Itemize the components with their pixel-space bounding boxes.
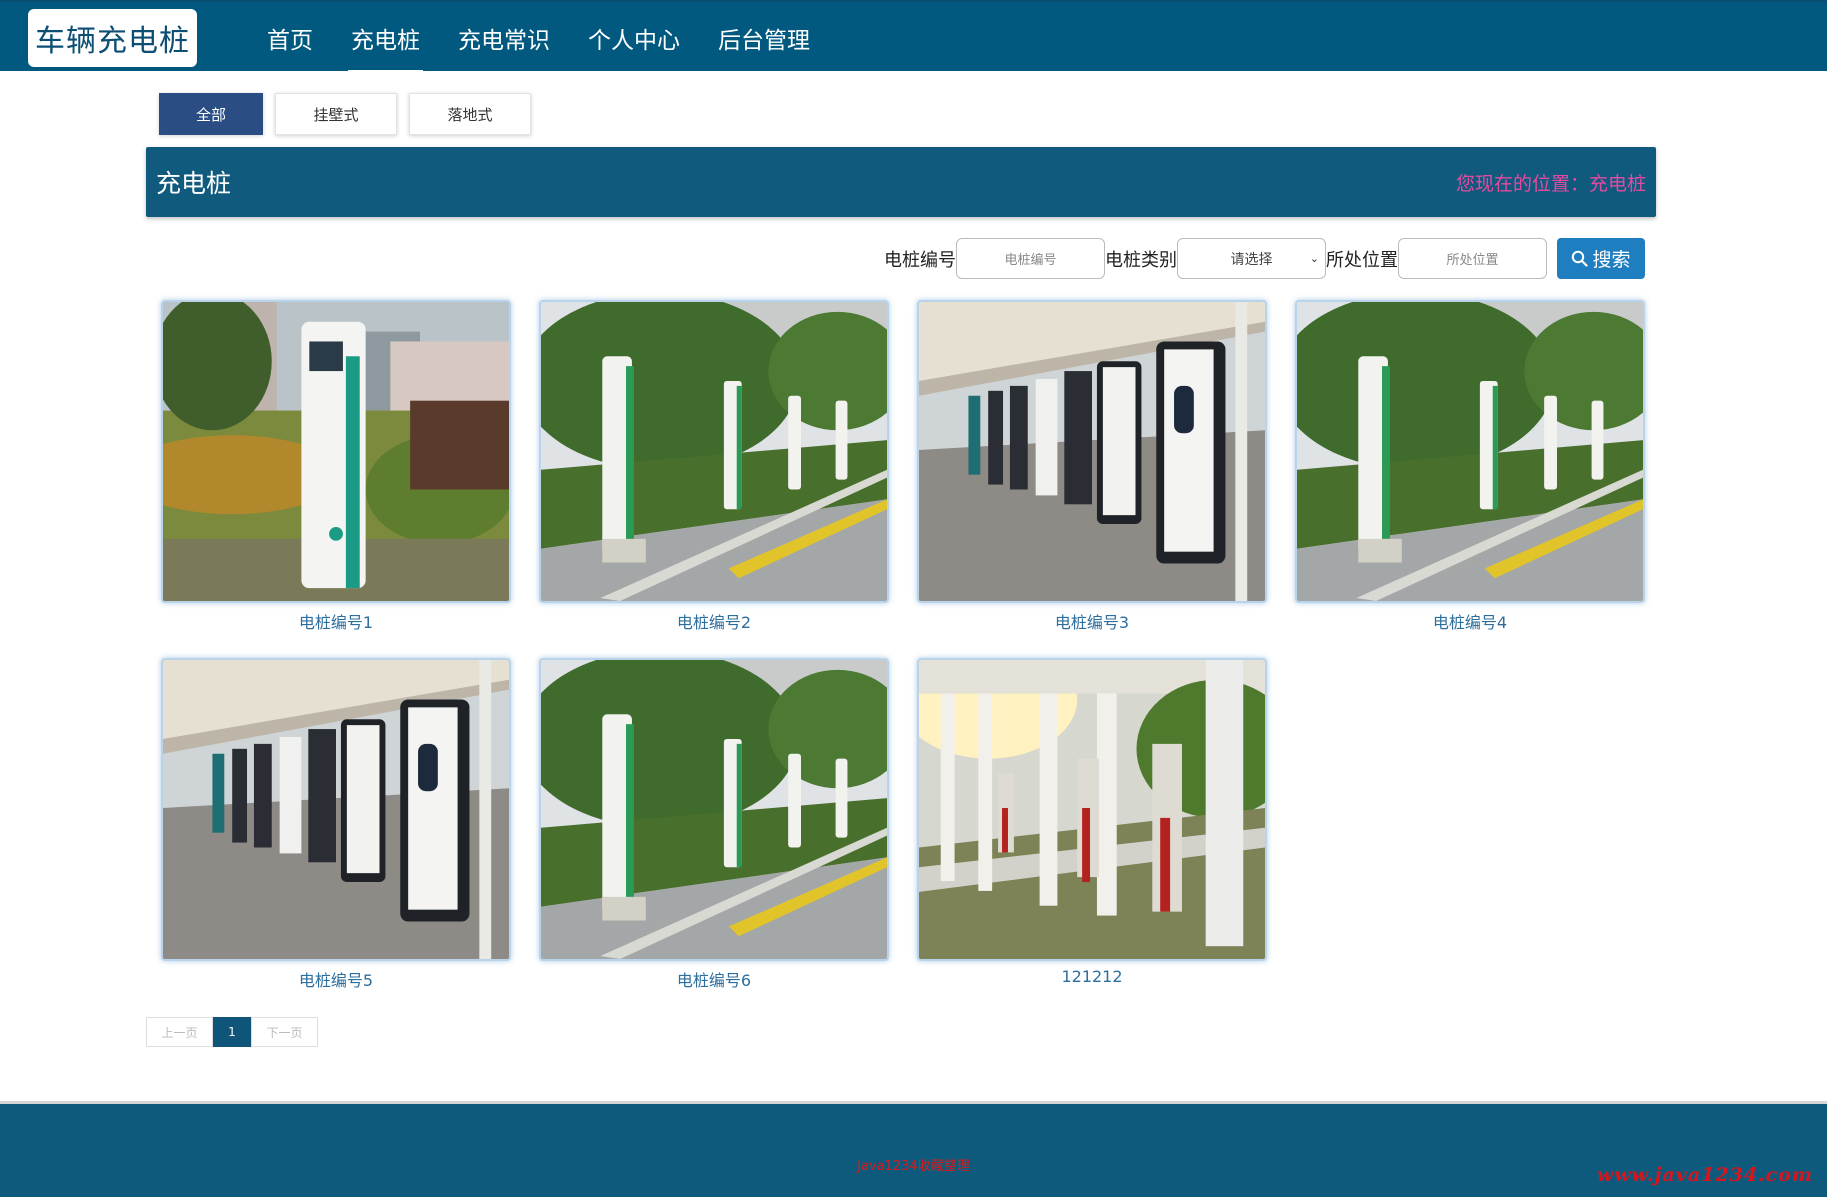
next-page-button[interactable]: 下一页 (251, 1017, 318, 1047)
category-filters: 全部 挂壁式 落地式 (159, 93, 531, 135)
pile-type-select[interactable]: 请选择 ⌄ (1177, 238, 1326, 279)
pile-type-label: 电桩类别 (1105, 249, 1177, 271)
pile-caption[interactable]: 电桩编号5 (161, 967, 511, 991)
pile-photo-image (1297, 302, 1643, 601)
pile-photo-image (919, 660, 1265, 959)
watermark: www.java1234.com (1596, 1164, 1813, 1186)
filter-floor-standing-button[interactable]: 落地式 (409, 93, 531, 135)
pile-photo-image (541, 660, 887, 959)
pile-caption[interactable]: 电桩编号6 (539, 967, 889, 991)
pile-number-input[interactable]: 电桩编号 (956, 238, 1105, 279)
pile-photo[interactable] (161, 300, 511, 603)
pagination: 上一页 1 下一页 (146, 1017, 318, 1047)
search-button-label: 搜索 (1592, 249, 1631, 271)
breadcrumb: 您现在的位置：充电桩 (1455, 172, 1646, 195)
pile-photo[interactable] (539, 658, 889, 961)
pile-photo-image (919, 302, 1265, 601)
pile-card[interactable]: 电桩编号3 (917, 300, 1267, 633)
prev-page-button[interactable]: 上一页 (146, 1017, 213, 1047)
page-title: 充电桩 (156, 169, 232, 198)
pile-photo[interactable] (917, 300, 1267, 603)
site-logo[interactable]: 车辆充电桩 (28, 9, 197, 67)
pile-number-label: 电桩编号 (884, 249, 956, 271)
search-button[interactable]: 搜索 (1557, 238, 1645, 279)
section-header: 充电桩 您现在的位置：充电桩 (146, 147, 1656, 217)
pile-caption[interactable]: 电桩编号3 (917, 609, 1267, 633)
location-label: 所处位置 (1326, 249, 1398, 271)
pile-photo[interactable] (1295, 300, 1645, 603)
pile-type-select-value: 请选择 (1230, 251, 1273, 268)
pile-card[interactable]: 121212 (917, 658, 1267, 986)
search-icon (1572, 250, 1589, 267)
pile-photo[interactable] (539, 300, 889, 603)
top-navbar: 车辆充电桩 首页 充电桩 充电常识 个人中心 后台管理 (0, 0, 1827, 73)
nav-personal-center[interactable]: 个人中心 (569, 2, 699, 73)
pile-caption[interactable]: 121212 (917, 967, 1267, 986)
nav-charging-piles[interactable]: 充电桩 (332, 2, 439, 73)
filter-all-button[interactable]: 全部 (159, 93, 263, 135)
nav-home[interactable]: 首页 (248, 2, 332, 73)
pile-photo-image (163, 660, 509, 959)
chevron-down-icon: ⌄ (1309, 252, 1319, 265)
pile-caption[interactable]: 电桩编号1 (161, 609, 511, 633)
pile-card[interactable]: 电桩编号2 (539, 300, 889, 633)
current-page-button[interactable]: 1 (213, 1017, 251, 1047)
location-input[interactable]: 所处位置 (1398, 238, 1547, 279)
pile-photo-image (163, 302, 509, 601)
filter-wall-mounted-button[interactable]: 挂壁式 (275, 93, 397, 135)
pile-card[interactable]: 电桩编号1 (161, 300, 511, 633)
pile-photo[interactable] (917, 658, 1267, 961)
nav-admin[interactable]: 后台管理 (699, 2, 829, 73)
footer: Java1234收藏整理 www.java1234.com (0, 1101, 1827, 1197)
pile-card[interactable]: 电桩编号6 (539, 658, 889, 991)
pile-caption[interactable]: 电桩编号2 (539, 609, 889, 633)
pile-card[interactable]: 电桩编号5 (161, 658, 511, 991)
search-form: 电桩编号 电桩编号 电桩类别 请选择 ⌄ 所处位置 所处位置 搜索 (884, 238, 1645, 279)
pile-caption[interactable]: 电桩编号4 (1295, 609, 1645, 633)
pile-card[interactable]: 电桩编号4 (1295, 300, 1645, 633)
main-nav: 首页 充电桩 充电常识 个人中心 后台管理 (248, 2, 829, 73)
footer-credit: Java1234收藏整理 (857, 1159, 970, 1174)
pile-photo[interactable] (161, 658, 511, 961)
nav-charging-knowledge[interactable]: 充电常识 (439, 2, 569, 73)
pile-photo-image (541, 302, 887, 601)
